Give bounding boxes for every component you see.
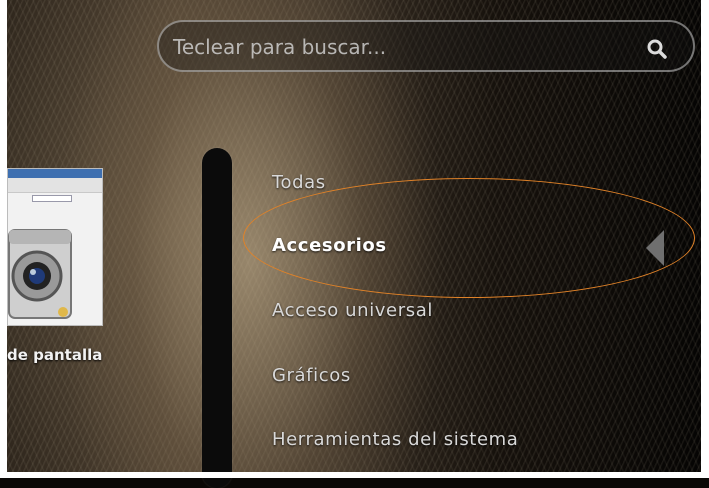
search-input[interactable]: Teclear para buscar...	[173, 35, 386, 59]
thumbnail-toolbar	[8, 178, 102, 193]
category-todas[interactable]: Todas	[272, 172, 326, 193]
thumbnail-titlebar	[8, 169, 102, 178]
category-herramientas-del-sistema[interactable]: Herramientas del sistema	[272, 429, 518, 450]
left-border	[0, 0, 7, 478]
right-border	[701, 0, 709, 478]
annotation-ellipse	[243, 178, 695, 298]
camera-icon	[8, 229, 72, 319]
search-icon[interactable]	[646, 38, 668, 60]
thumbnail-field	[32, 195, 72, 202]
category-acceso-universal[interactable]: Acceso universal	[272, 300, 433, 321]
window-caption: de pantalla	[7, 346, 103, 364]
bottom-border	[0, 472, 709, 478]
category-graficos[interactable]: Gráficos	[272, 365, 351, 386]
scrollbar[interactable]	[202, 148, 232, 488]
